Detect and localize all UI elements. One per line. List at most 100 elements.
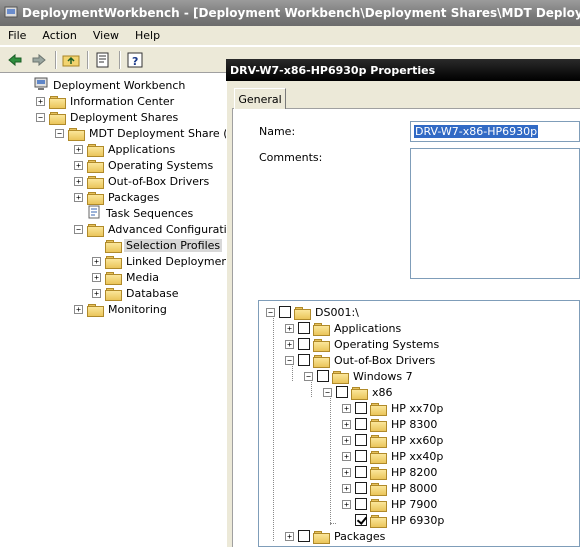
tree-item-task-sequences[interactable]: Task Sequences bbox=[74, 205, 195, 221]
checkbox[interactable] bbox=[355, 498, 367, 510]
tree-item-linked-deployment-shares[interactable]: + Linked Deployment S bbox=[92, 253, 245, 269]
expand-icon[interactable]: + bbox=[92, 272, 101, 282]
menu-help[interactable]: Help bbox=[127, 29, 168, 42]
tree-item-applications[interactable]: + Applications bbox=[74, 141, 177, 157]
profile-tree-model[interactable]: + HP xx60p bbox=[342, 432, 445, 448]
tree-item-database[interactable]: + Database bbox=[92, 285, 181, 301]
checkbox[interactable] bbox=[355, 402, 367, 414]
tree-item-monitoring[interactable]: + Monitoring bbox=[74, 301, 169, 317]
expand-icon[interactable]: + bbox=[342, 483, 351, 493]
expand-icon[interactable]: + bbox=[342, 467, 351, 477]
folder-icon bbox=[294, 306, 311, 320]
tree-item-deployment-shares[interactable]: − Deployment Shares bbox=[36, 109, 180, 125]
profile-tree-drivers[interactable]: − Out-of-Box Drivers bbox=[285, 352, 437, 368]
tree-label: Out-of-Box Drivers bbox=[334, 353, 436, 367]
comments-label: Comments: bbox=[259, 151, 323, 164]
profile-tree-applications[interactable]: + Applications bbox=[285, 320, 403, 336]
expand-icon[interactable]: + bbox=[92, 256, 101, 266]
tree-item-workbench[interactable]: Deployment Workbench bbox=[34, 77, 187, 93]
profile-tree-root[interactable]: − DS001:\ bbox=[266, 304, 361, 320]
name-field[interactable]: DRV-W7-x86-HP6930p bbox=[410, 121, 580, 142]
checkbox[interactable] bbox=[298, 354, 310, 366]
tree-item-drivers[interactable]: + Out-of-Box Drivers bbox=[74, 173, 211, 189]
expand-icon[interactable]: + bbox=[74, 176, 83, 186]
profile-tree-operating-systems[interactable]: + Operating Systems bbox=[285, 336, 441, 352]
tree-label: Deployment Workbench bbox=[53, 78, 186, 92]
properties-icon[interactable] bbox=[92, 49, 114, 71]
checkbox[interactable] bbox=[355, 466, 367, 478]
expand-icon[interactable]: + bbox=[285, 339, 294, 349]
expand-icon[interactable]: + bbox=[342, 451, 351, 461]
checkbox[interactable] bbox=[279, 306, 291, 318]
expand-icon[interactable]: + bbox=[36, 96, 45, 106]
menu-file[interactable]: File bbox=[0, 29, 34, 42]
folder-icon bbox=[370, 402, 387, 416]
folder-icon bbox=[87, 175, 104, 189]
checkbox[interactable] bbox=[298, 322, 310, 334]
forward-arrow-icon[interactable] bbox=[28, 49, 50, 71]
tree-item-operating-systems[interactable]: + Operating Systems bbox=[74, 157, 215, 173]
collapse-icon[interactable]: − bbox=[304, 371, 313, 381]
folder-icon bbox=[370, 418, 387, 432]
tree-item-media[interactable]: + Media bbox=[92, 269, 161, 285]
tree-label: Advanced Configuration bbox=[108, 222, 241, 236]
profile-tree-x86[interactable]: − x86 bbox=[323, 384, 395, 400]
profile-tree-model[interactable]: + HP 8200 bbox=[342, 464, 439, 480]
profile-tree-model-selected[interactable]: HP 6930p bbox=[342, 512, 446, 528]
expand-icon[interactable]: + bbox=[74, 144, 83, 154]
tree-label: HP 6930p bbox=[391, 513, 445, 527]
back-arrow-icon[interactable] bbox=[4, 49, 26, 71]
expand-icon[interactable]: + bbox=[342, 435, 351, 445]
expand-icon[interactable]: + bbox=[74, 304, 83, 314]
checkbox[interactable] bbox=[355, 450, 367, 462]
collapse-icon[interactable]: − bbox=[55, 128, 64, 138]
expand-icon[interactable]: + bbox=[92, 288, 101, 298]
collapse-icon[interactable]: − bbox=[285, 355, 294, 365]
checkbox[interactable] bbox=[355, 482, 367, 494]
tree-label: Packages bbox=[108, 190, 160, 204]
expand-icon[interactable]: + bbox=[285, 323, 294, 333]
tree-item-selection-profiles[interactable]: Selection Profiles bbox=[92, 237, 223, 253]
folder-icon bbox=[105, 255, 122, 269]
dialog-title: DRV-W7-x86-HP6930p Properties bbox=[230, 63, 436, 77]
checkbox[interactable] bbox=[298, 530, 310, 542]
profile-tree-model[interactable]: + HP 8300 bbox=[342, 416, 439, 432]
profile-tree-model[interactable]: + HP 8000 bbox=[342, 480, 439, 496]
expand-icon[interactable]: + bbox=[74, 192, 83, 202]
collapse-icon[interactable]: − bbox=[74, 224, 83, 234]
toolbar-separator bbox=[119, 50, 121, 69]
profile-tree-windows7[interactable]: − Windows 7 bbox=[304, 368, 415, 384]
collapse-icon[interactable]: − bbox=[36, 112, 45, 122]
collapse-icon[interactable]: − bbox=[323, 387, 332, 397]
profile-tree-packages[interactable]: + Packages bbox=[285, 528, 387, 544]
tree-label: HP xx40p bbox=[391, 449, 444, 463]
tree-item-mdt-share[interactable]: − MDT Deployment Share (d:\ bbox=[55, 125, 244, 141]
checkbox[interactable] bbox=[355, 418, 367, 430]
checkbox[interactable] bbox=[317, 370, 329, 382]
profile-tree-model[interactable]: + HP xx70p bbox=[342, 400, 445, 416]
help-icon[interactable]: ? bbox=[124, 49, 146, 71]
tab-general[interactable]: General bbox=[234, 88, 286, 109]
expand-icon[interactable]: + bbox=[342, 403, 351, 413]
folder-icon bbox=[370, 466, 387, 480]
expand-icon[interactable]: + bbox=[285, 531, 294, 541]
tree-item-information-center[interactable]: + Information Center bbox=[36, 93, 176, 109]
left-margin bbox=[0, 74, 26, 547]
tree-item-advanced-configuration[interactable]: − Advanced Configuration bbox=[74, 221, 242, 237]
checkbox[interactable] bbox=[298, 338, 310, 350]
expand-icon[interactable]: + bbox=[74, 160, 83, 170]
profile-tree-model[interactable]: + HP xx40p bbox=[342, 448, 445, 464]
checkbox-checked[interactable] bbox=[355, 514, 367, 526]
expand-icon[interactable]: + bbox=[342, 419, 351, 429]
expand-icon[interactable]: + bbox=[342, 499, 351, 509]
tree-label: Task Sequences bbox=[106, 206, 194, 220]
checkbox[interactable] bbox=[355, 434, 367, 446]
tree-item-packages[interactable]: + Packages bbox=[74, 189, 161, 205]
up-folder-icon[interactable] bbox=[60, 49, 82, 71]
menu-action[interactable]: Action bbox=[34, 29, 84, 42]
comments-field[interactable] bbox=[410, 148, 580, 279]
checkbox[interactable] bbox=[336, 386, 348, 398]
collapse-icon[interactable]: − bbox=[266, 307, 275, 317]
menu-view[interactable]: View bbox=[85, 29, 127, 42]
profile-tree-model[interactable]: + HP 7900 bbox=[342, 496, 439, 512]
